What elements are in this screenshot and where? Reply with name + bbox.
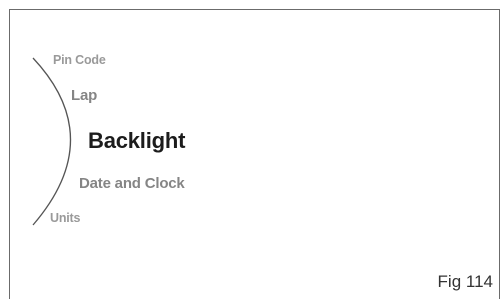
menu-item-lap[interactable]: Lap [71, 87, 97, 104]
menu-item-date-and-clock[interactable]: Date and Clock [79, 175, 185, 192]
figure-caption: Fig 114 [437, 272, 493, 291]
menu-item-units[interactable]: Units [50, 211, 80, 225]
menu-item-pin-code[interactable]: Pin Code [53, 53, 106, 67]
menu-item-backlight-selected[interactable]: Backlight [88, 128, 185, 154]
